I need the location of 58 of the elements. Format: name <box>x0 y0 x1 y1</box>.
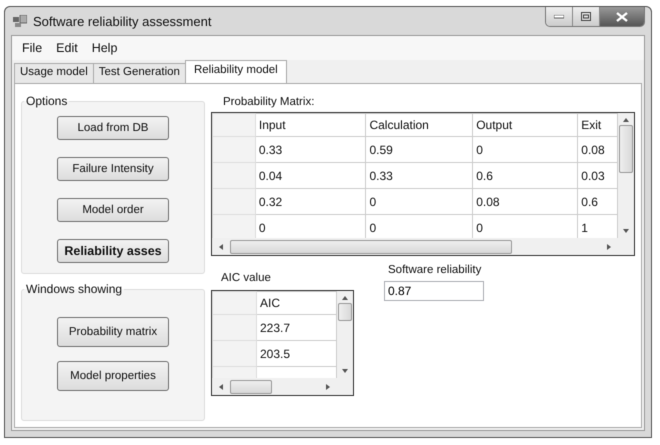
grid-label: Probability Matrix: <box>223 96 314 108</box>
grid-label: AIC value <box>221 272 271 284</box>
data-grid[interactable]: Input Calculation Output Exit 0.33 0.59 0 0.08 0.04 0.33 0.6 0.03 0.32 0 0.08 0.6 0 0 0 1 <box>211 112 635 256</box>
action-button[interactable]: Model properties <box>57 361 169 391</box>
horizontal-scrollbar[interactable] <box>212 238 618 255</box>
right-arrow-icon[interactable] <box>325 382 331 390</box>
column-header[interactable]: Calculation <box>366 114 473 136</box>
group-title: Windows showing <box>25 282 124 296</box>
group-title: Options <box>25 94 68 108</box>
column-header[interactable]: Input <box>255 114 366 136</box>
left-arrow-icon[interactable] <box>218 382 224 390</box>
tab[interactable]: Usage model <box>14 63 94 83</box>
menu-item[interactable]: Edit <box>50 40 84 56</box>
minimize-icon <box>554 14 564 18</box>
action-button[interactable]: Probability matrix <box>57 317 169 347</box>
down-arrow-icon[interactable] <box>622 228 630 234</box>
table-cell: 0.32 <box>255 188 366 214</box>
data-grid[interactable]: AIC 223.7 203.5 <box>211 290 354 396</box>
table-cell: 0 <box>472 136 578 162</box>
close-button[interactable] <box>600 7 644 26</box>
scroll-thumb[interactable] <box>338 303 352 321</box>
vertical-scrollbar[interactable] <box>618 113 634 238</box>
action-button[interactable]: Model order <box>57 198 169 222</box>
table-cell: 0.04 <box>255 162 366 188</box>
up-arrow-icon[interactable] <box>622 117 630 123</box>
close-icon <box>616 12 628 22</box>
scroll-thumb[interactable] <box>619 125 633 173</box>
maximize-button[interactable] <box>573 7 600 26</box>
table-cell: 0.6 <box>472 162 578 188</box>
up-arrow-icon[interactable] <box>341 295 349 301</box>
table-cell: 0.33 <box>255 136 366 162</box>
table-cell: 0.59 <box>366 136 473 162</box>
table-cell: 0 <box>366 188 473 214</box>
column-header[interactable]: Output <box>472 114 578 136</box>
column-header[interactable]: AIC <box>256 292 336 314</box>
minimize-button[interactable] <box>546 7 573 26</box>
menu-item[interactable]: File <box>16 40 48 56</box>
column-header[interactable]: Exit <box>578 114 618 136</box>
app-icon <box>13 15 27 27</box>
maximize-icon <box>581 12 591 21</box>
window-title: Software reliability assessment <box>33 14 212 28</box>
scroll-thumb[interactable] <box>230 240 512 254</box>
vertical-scrollbar[interactable] <box>337 291 353 378</box>
down-arrow-icon[interactable] <box>341 368 349 374</box>
reliability-field[interactable]: 0.87 <box>384 281 484 301</box>
tab[interactable]: Test Generation <box>92 63 186 83</box>
scroll-thumb[interactable] <box>230 380 272 394</box>
table-cell: 0.33 <box>366 162 473 188</box>
action-button[interactable]: Failure Intensity <box>57 157 169 181</box>
right-arrow-icon[interactable] <box>606 242 612 250</box>
field-label: Software reliability <box>388 264 482 276</box>
horizontal-scrollbar[interactable] <box>212 378 337 395</box>
action-button[interactable]: Load from DB <box>57 116 169 140</box>
table-cell: 0.08 <box>472 188 578 214</box>
tab[interactable]: Reliability model <box>184 60 287 83</box>
action-button[interactable]: Reliability asses <box>57 239 169 263</box>
menu-item[interactable]: Help <box>86 40 124 56</box>
left-arrow-icon[interactable] <box>218 242 224 250</box>
